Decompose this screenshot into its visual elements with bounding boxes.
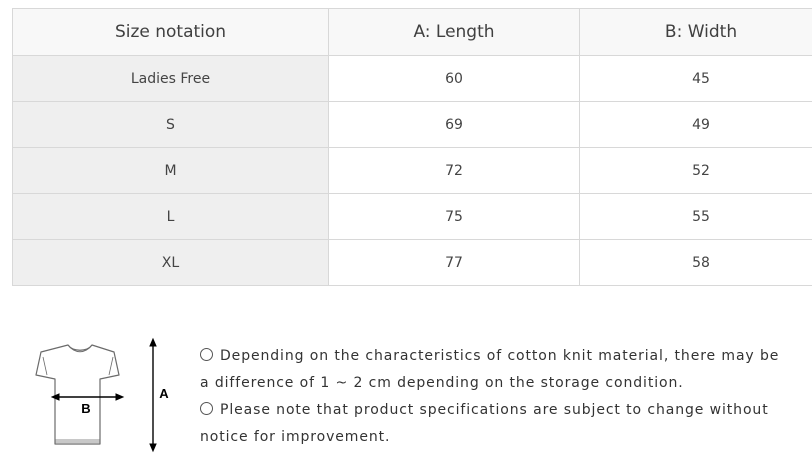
length-value: 77 — [328, 239, 580, 286]
b-label: B — [81, 401, 90, 416]
length-value: 60 — [328, 55, 580, 102]
width-measurement-arrow — [50, 393, 125, 401]
width-value: 45 — [579, 55, 812, 102]
product-notes: Depending on the characteristics of cott… — [200, 343, 812, 451]
table-row: Ladies Free 60 45 — [12, 55, 812, 102]
length-value: 72 — [328, 147, 580, 194]
size-label-xl: XL — [12, 239, 329, 286]
size-label-ladies-free: Ladies Free — [12, 55, 329, 102]
circle-bullet-icon — [200, 348, 213, 361]
length-value: 75 — [328, 193, 580, 240]
table-row: L 75 55 — [12, 193, 812, 240]
size-label-s: S — [12, 101, 329, 148]
width-header: B: Width — [579, 8, 812, 56]
width-value: 49 — [579, 101, 812, 148]
width-value: 58 — [579, 239, 812, 286]
note-line: Depending on the characteristics of cott… — [200, 343, 812, 370]
table-header-row: Size notation A: Length B: Width — [12, 8, 812, 56]
tshirt-measurement-diagram: B A — [35, 337, 169, 453]
width-value: 55 — [579, 193, 812, 240]
length-measurement-arrow — [149, 337, 157, 453]
tshirt-icon — [35, 344, 120, 445]
length-value: 69 — [328, 101, 580, 148]
note-line-continuation: notice for improvement. — [200, 429, 391, 445]
size-chart-table: Size notation A: Length B: Width Ladies … — [12, 8, 812, 286]
note-line: Please note that product specifications … — [200, 397, 812, 424]
cotton-knit-note: Depending on the characteristics of cott… — [220, 348, 780, 364]
table-row: M 72 52 — [12, 147, 812, 194]
specification-note: Please note that product specifications … — [220, 402, 769, 418]
table-row: S 69 49 — [12, 101, 812, 148]
table-row: XL 77 58 — [12, 239, 812, 286]
size-notation-header: Size notation — [12, 8, 329, 56]
length-header: A: Length — [328, 8, 580, 56]
note-line-continuation: a difference of 1 ~ 2 cm depending on th… — [200, 375, 684, 391]
a-label: A — [159, 386, 169, 401]
width-value: 52 — [579, 147, 812, 194]
size-label-l: L — [12, 193, 329, 240]
circle-bullet-icon — [200, 402, 213, 415]
size-label-m: M — [12, 147, 329, 194]
